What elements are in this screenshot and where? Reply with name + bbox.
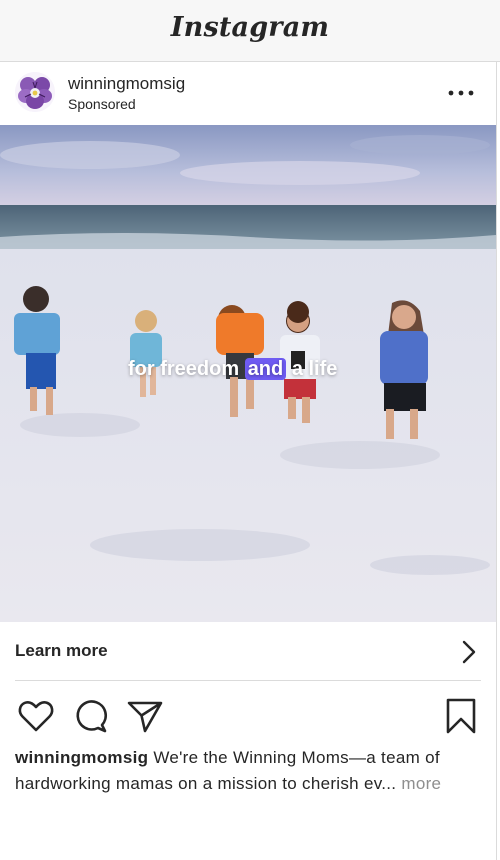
instagram-logo[interactable]: Instagram xyxy=(0,12,500,43)
pansy-flower-icon xyxy=(15,72,55,112)
more-options-icon xyxy=(448,90,474,96)
avatar[interactable] xyxy=(15,72,55,112)
caption-highlight: and xyxy=(244,358,287,380)
post-card: winningmomsig Sponsored for freedom and … xyxy=(0,62,497,860)
caption-more-link[interactable]: more xyxy=(401,774,441,793)
comment-icon xyxy=(76,700,107,733)
caption-username[interactable]: winningmomsig xyxy=(15,748,148,767)
learn-more-link[interactable]: Learn more xyxy=(0,622,496,680)
learn-more-label: Learn more xyxy=(15,641,108,660)
top-bar: Instagram xyxy=(0,0,500,62)
caption-part: a life xyxy=(291,358,338,380)
post-username[interactable]: winningmomsig xyxy=(68,74,185,94)
post-caption: winningmomsig We're the Winning Moms—a t… xyxy=(15,745,481,797)
share-button[interactable] xyxy=(125,696,165,736)
post-actions xyxy=(0,696,496,736)
heart-icon xyxy=(18,700,54,732)
send-icon xyxy=(127,701,163,733)
comment-button[interactable] xyxy=(71,696,111,736)
chevron-right-icon xyxy=(462,640,476,664)
caption-part: for freedom xyxy=(128,358,240,380)
save-button[interactable] xyxy=(441,696,481,736)
bookmark-icon xyxy=(446,698,476,734)
like-button[interactable] xyxy=(16,696,56,736)
sponsored-label: Sponsored xyxy=(68,96,136,112)
post-header: winningmomsig Sponsored xyxy=(0,62,496,125)
video-caption-text: for freedom and a life xyxy=(128,358,337,381)
instagram-app: Instagram winningmomsig Sponsored for fr… xyxy=(0,0,500,860)
more-options-button[interactable] xyxy=(446,84,476,102)
divider xyxy=(15,680,481,681)
post-video[interactable]: for freedom and a life xyxy=(0,125,496,622)
